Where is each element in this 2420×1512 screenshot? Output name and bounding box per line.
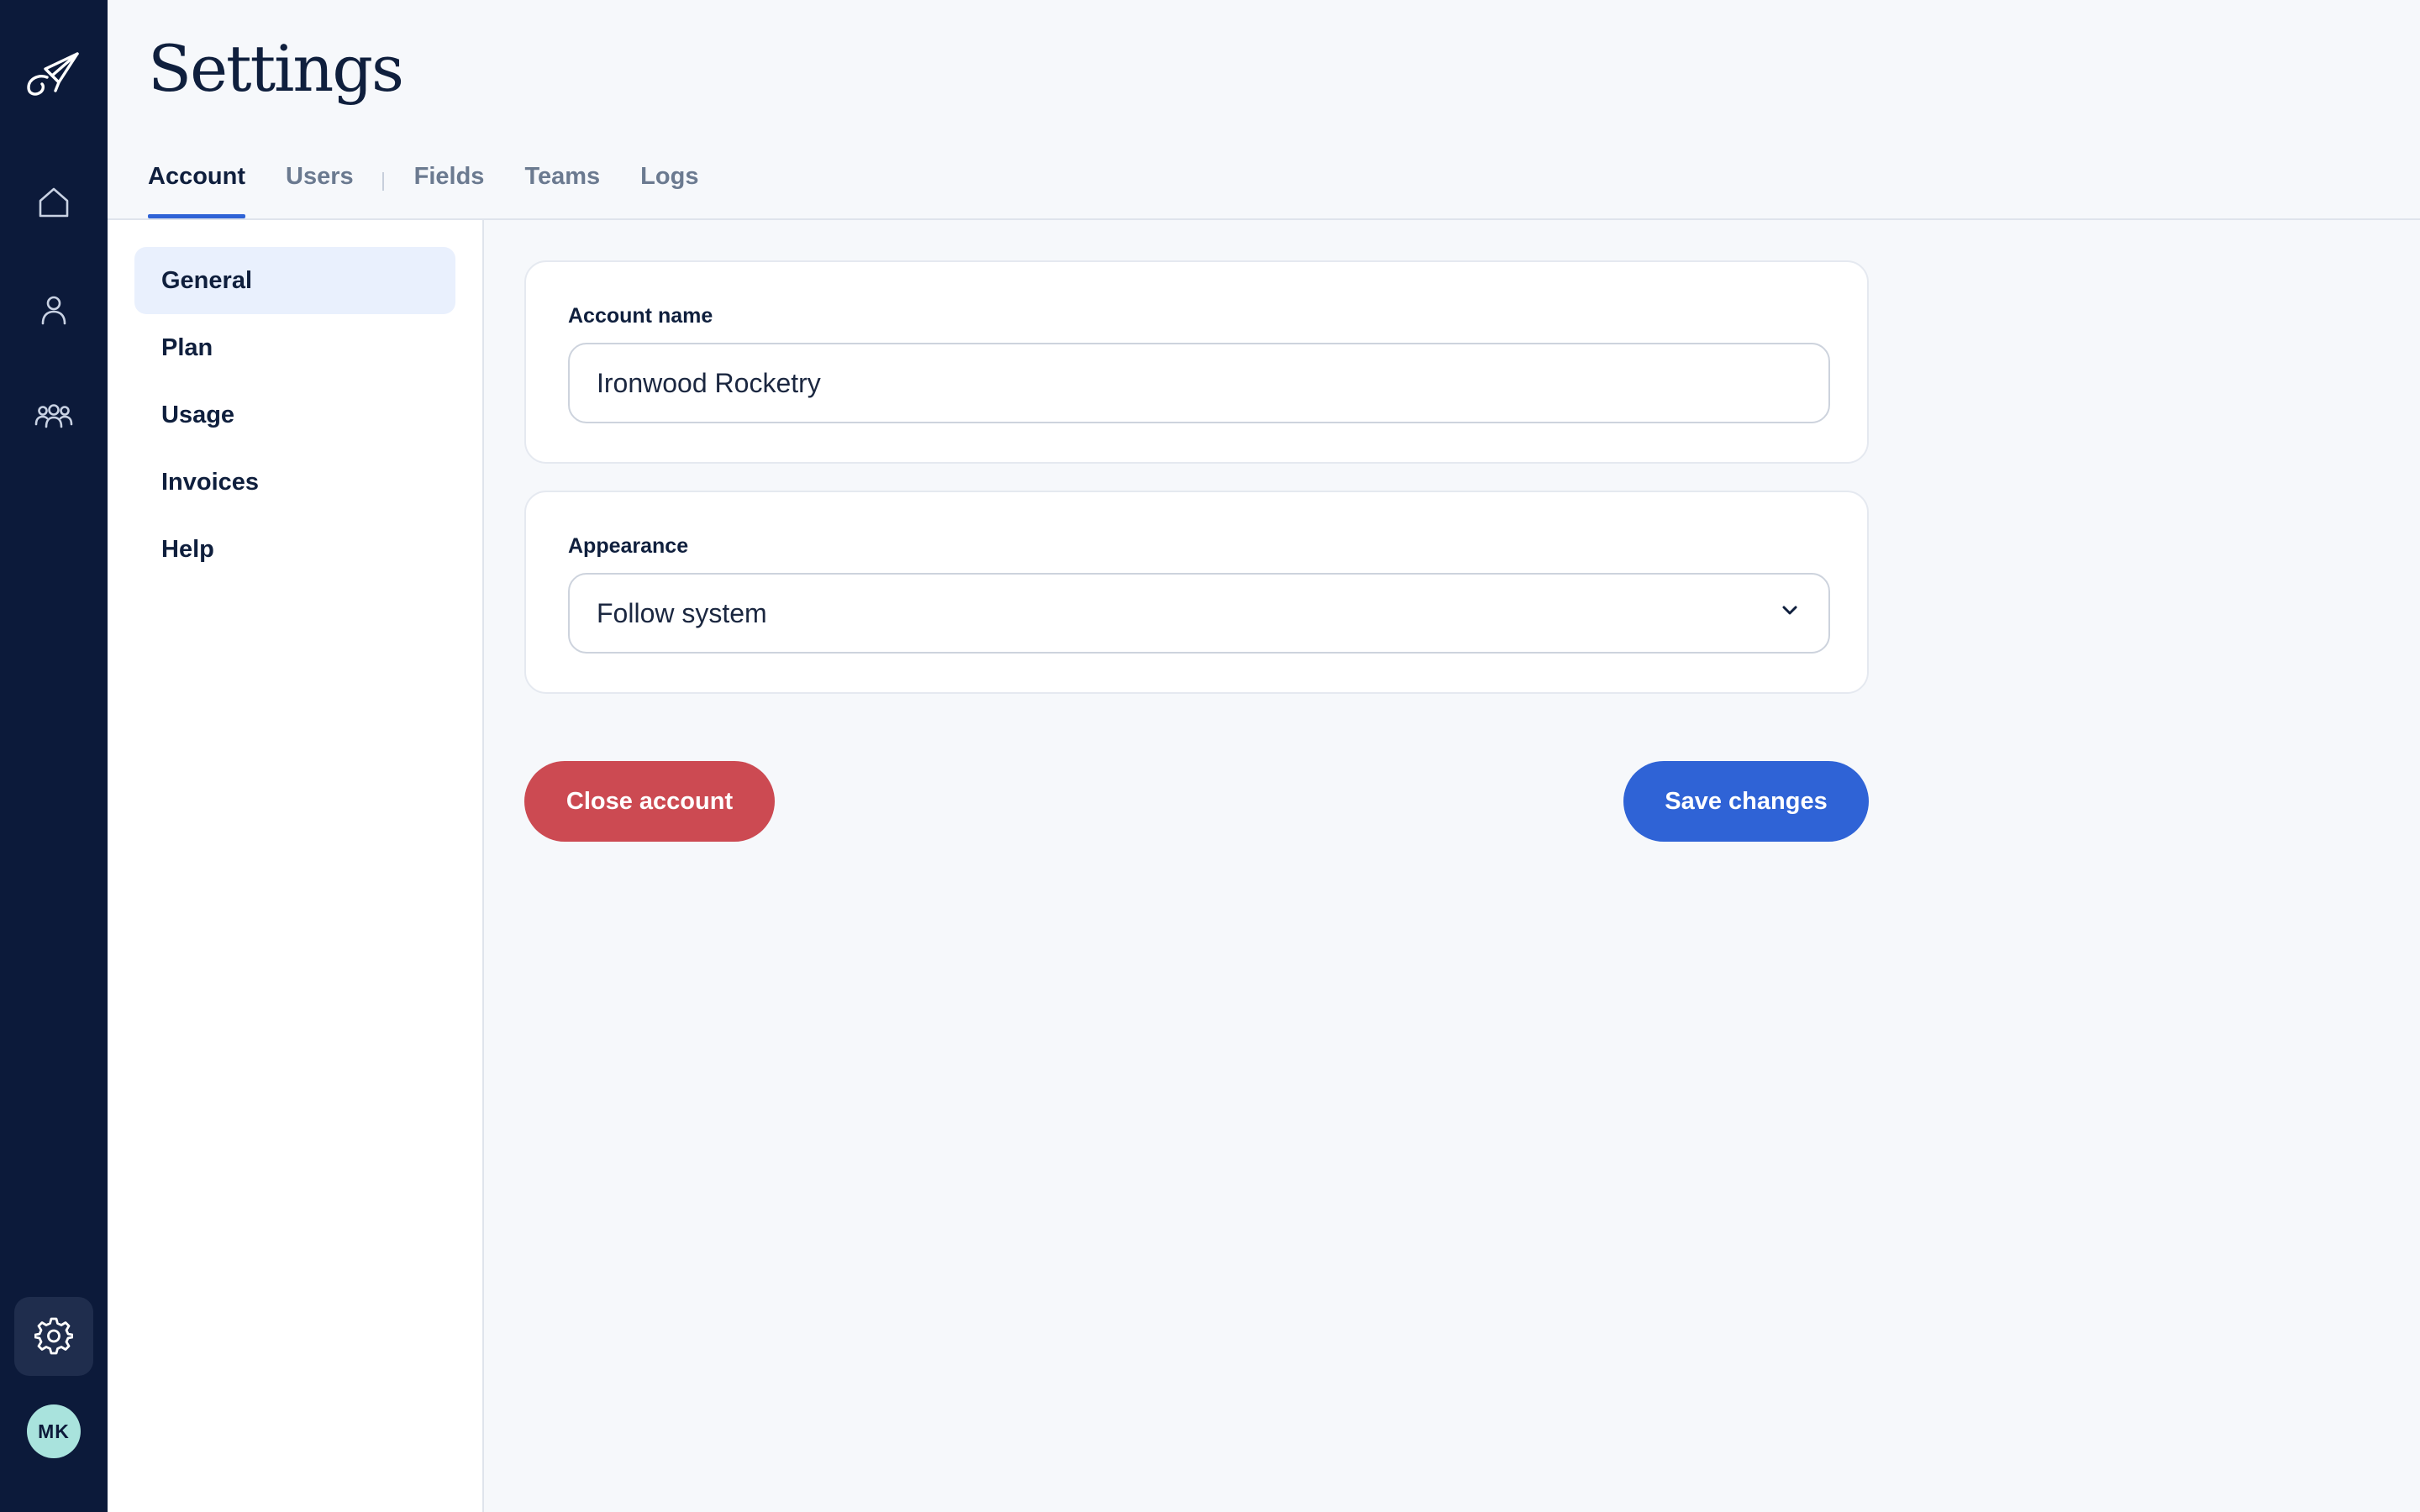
- tab-teams[interactable]: Teams: [524, 156, 600, 218]
- gear-icon: [34, 1317, 73, 1356]
- save-changes-button[interactable]: Save changes: [1623, 761, 1869, 842]
- settings-subnav: General Plan Usage Invoices Help: [108, 220, 484, 1512]
- home-icon: [35, 184, 72, 221]
- subnav-item-invoices[interactable]: Invoices: [134, 449, 455, 516]
- rail-teams-button[interactable]: [14, 376, 93, 455]
- subnav-item-general[interactable]: General: [134, 247, 455, 314]
- tab-logs[interactable]: Logs: [640, 156, 698, 218]
- user-icon: [35, 291, 72, 328]
- chevron-down-icon: [1778, 598, 1802, 629]
- logo-paper-plane-icon[interactable]: [22, 44, 86, 108]
- appearance-label: Appearance: [568, 534, 689, 558]
- account-name-label: Account name: [568, 304, 713, 328]
- settings-tabs: Account Users Fields Teams Logs: [148, 156, 739, 218]
- rail-home-button[interactable]: [14, 163, 93, 242]
- rail-settings-button[interactable]: [14, 1297, 93, 1376]
- rail-people-button[interactable]: [14, 270, 93, 349]
- appearance-card: Appearance Follow system: [524, 491, 1869, 694]
- tab-fields[interactable]: Fields: [414, 156, 485, 218]
- app-rail: MK: [0, 0, 108, 1512]
- tab-divider: [381, 172, 384, 191]
- close-account-button[interactable]: Close account: [524, 761, 775, 842]
- avatar[interactable]: MK: [27, 1404, 81, 1458]
- appearance-select-value: Follow system: [597, 597, 767, 628]
- subnav-item-plan[interactable]: Plan: [134, 314, 455, 381]
- team-icon: [34, 397, 74, 434]
- page-title: Settings: [148, 31, 404, 106]
- tab-users[interactable]: Users: [286, 156, 354, 218]
- account-name-input[interactable]: [568, 343, 1830, 423]
- subnav-item-help[interactable]: Help: [134, 516, 455, 583]
- subnav-item-usage[interactable]: Usage: [134, 381, 455, 449]
- account-name-card: Account name: [524, 260, 1869, 464]
- tab-account[interactable]: Account: [148, 156, 245, 218]
- appearance-select[interactable]: Follow system: [568, 573, 1830, 654]
